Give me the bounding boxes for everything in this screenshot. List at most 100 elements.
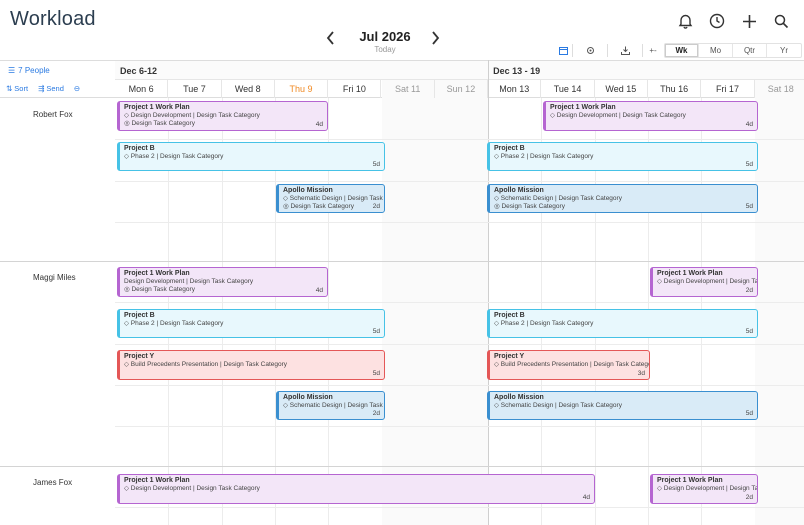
task-detail: ◎ Design Task Category (124, 286, 195, 293)
day-header-cell[interactable]: Wed 15 (595, 80, 648, 98)
week-header: Dec 6-12 Dec 13 - 19 (115, 60, 804, 80)
view-toolbar: +- Wk Mo Qtr Yr (556, 43, 802, 58)
plus-icon[interactable] (738, 10, 760, 32)
send-icon: ⇶ (38, 84, 45, 93)
day-header-cell[interactable]: Fri 17 (701, 80, 755, 98)
task-bar[interactable]: Project Y ◇ Build Precedents Presentation… (117, 350, 385, 380)
day-header-cell[interactable]: Sat 18 (754, 80, 804, 98)
day-header-cell[interactable]: Thu 16 (648, 80, 702, 98)
toolbar-divider (572, 44, 573, 57)
task-title: Project 1 Work Plan (124, 477, 190, 484)
lane-gridline (115, 426, 804, 428)
task-bar[interactable]: Apollo Mission ◇ Schematic Design | Desig… (487, 391, 758, 420)
task-duration: 2d (745, 494, 753, 501)
task-duration: 5d (745, 161, 753, 168)
view-tab-yr[interactable]: Yr (767, 44, 801, 57)
task-bar[interactable]: Project B ◇ Phase 2 | Design Task Categor… (117, 142, 385, 171)
task-detail: ◇ Design Development | Design Task Categ… (550, 112, 686, 119)
task-title: Project B (494, 312, 525, 319)
task-bar[interactable]: Project B ◇ Phase 2 | Design Task Categor… (117, 309, 385, 338)
next-month-button[interactable] (428, 29, 442, 47)
toolbar-divider (642, 44, 643, 57)
workload-app: Workload Jul 2026 Today +- Wk Mo Qtr Yr … (0, 0, 804, 525)
search-icon[interactable] (770, 10, 792, 32)
task-duration: 4d (582, 494, 590, 501)
task-title: Project B (124, 145, 155, 152)
day-header-cell[interactable]: Tue 7 (168, 80, 222, 98)
person-name[interactable]: Maggi Miles (33, 273, 76, 282)
task-bar[interactable]: Project B ◇ Phase 2 | Design Task Categor… (487, 309, 758, 338)
task-title: Project 1 Work Plan (550, 104, 616, 111)
chevron-right-icon (431, 31, 439, 45)
lane-gridline (115, 221, 804, 223)
task-bar[interactable]: Project 1 Work Plan ◇ Design Development … (650, 474, 758, 504)
task-bar[interactable]: Project 1 Work Plan ◇ Design Development … (543, 101, 758, 131)
toolbar-divider (607, 44, 608, 57)
weekend-shade (434, 98, 489, 525)
task-detail: ◎ Design Task Category (283, 203, 354, 210)
person-name[interactable]: Robert Fox (33, 110, 73, 119)
task-duration: 4d (315, 121, 323, 128)
task-bar[interactable]: Project B ◇ Phase 2 | Design Task Categor… (487, 142, 758, 171)
more-options-button[interactable]: ⊖ (74, 84, 80, 93)
lane-gridline (115, 180, 804, 182)
people-count: 7 People (18, 66, 50, 75)
zoom-toggle[interactable]: +- (645, 43, 661, 58)
task-duration: 4d (745, 121, 753, 128)
lane-gridline (115, 384, 804, 386)
weekend-shade (754, 98, 804, 525)
people-filter[interactable]: ☰ 7 People (8, 66, 50, 75)
calendar-icon[interactable] (556, 43, 570, 58)
day-header-cell[interactable]: Mon 6 (115, 80, 169, 98)
person-separator (0, 466, 804, 467)
lane-gridline (115, 507, 804, 509)
clock-icon[interactable] (706, 10, 728, 32)
day-header-cell[interactable]: Sun 12 (434, 80, 489, 98)
view-tab-qtr[interactable]: Qtr (733, 44, 767, 57)
task-duration: 5d (372, 370, 380, 377)
task-title: Apollo Mission (494, 394, 544, 401)
task-duration: 5d (372, 328, 380, 335)
task-detail: ◇ Build Precedents Presentation | Design… (494, 361, 650, 368)
bell-icon[interactable] (674, 10, 696, 32)
day-header-cell[interactable]: Sat 11 (381, 80, 435, 98)
task-title: Project B (124, 312, 155, 319)
task-bar[interactable]: Apollo Mission ◇ Schematic Design | Desig… (276, 184, 385, 213)
task-detail: ◇ Design Development | Design Task Categ… (657, 485, 758, 492)
task-duration: 3d (637, 370, 645, 377)
task-bar[interactable]: Project 1 Work Plan ◇ Design Development … (117, 101, 328, 131)
list-icon: ☰ (8, 66, 16, 75)
task-detail: ◇ Schematic Design | Design Task Categor… (494, 402, 622, 409)
day-header-cell[interactable]: Tue 14 (541, 80, 595, 98)
day-header-cell[interactable]: Mon 13 (488, 80, 542, 98)
task-bar[interactable]: Project 1 Work Plan ◇ Design Development … (117, 474, 595, 504)
day-header-cell[interactable]: Thu 9 (275, 80, 329, 98)
download-icon[interactable] (610, 43, 640, 58)
send-button[interactable]: ⇶ Send (38, 84, 64, 93)
task-bar[interactable]: Apollo Mission ◇ Schematic Design | Desig… (487, 184, 758, 213)
task-title: Project B (494, 145, 525, 152)
task-bar[interactable]: Project 1 Work Plan Design Development | … (117, 267, 328, 297)
task-title: Project Y (494, 353, 525, 360)
lane-gridline (115, 343, 804, 345)
task-detail: ◇ Design Development | Design Task Categ… (657, 278, 758, 285)
settings-gear-icon[interactable] (575, 43, 605, 58)
person-name[interactable]: James Fox (33, 478, 72, 487)
task-bar[interactable]: Project Y ◇ Build Precedents Presentation… (487, 350, 650, 380)
header-actions (674, 10, 792, 32)
page-title: Workload (10, 8, 96, 30)
task-bar[interactable]: Project 1 Work Plan ◇ Design Development … (650, 267, 758, 297)
today-button[interactable]: Today (340, 45, 430, 54)
sort-button[interactable]: ⇅ Sort (6, 84, 28, 93)
task-bar[interactable]: Apollo Mission ◇ Schematic Design | Desig… (276, 391, 385, 420)
prev-month-button[interactable] (323, 29, 337, 47)
task-duration: 5d (372, 161, 380, 168)
day-header-cell[interactable]: Fri 10 (328, 80, 382, 98)
day-header-cell[interactable]: Wed 8 (222, 80, 275, 98)
month-label[interactable]: Jul 2026 (340, 29, 430, 44)
view-tab-wk[interactable]: Wk (665, 44, 699, 57)
view-tab-mo[interactable]: Mo (699, 44, 733, 57)
task-detail: ◇ Design Development | Design Task Categ… (124, 112, 260, 119)
task-duration: 2d (372, 410, 380, 417)
task-duration: 5d (745, 410, 753, 417)
